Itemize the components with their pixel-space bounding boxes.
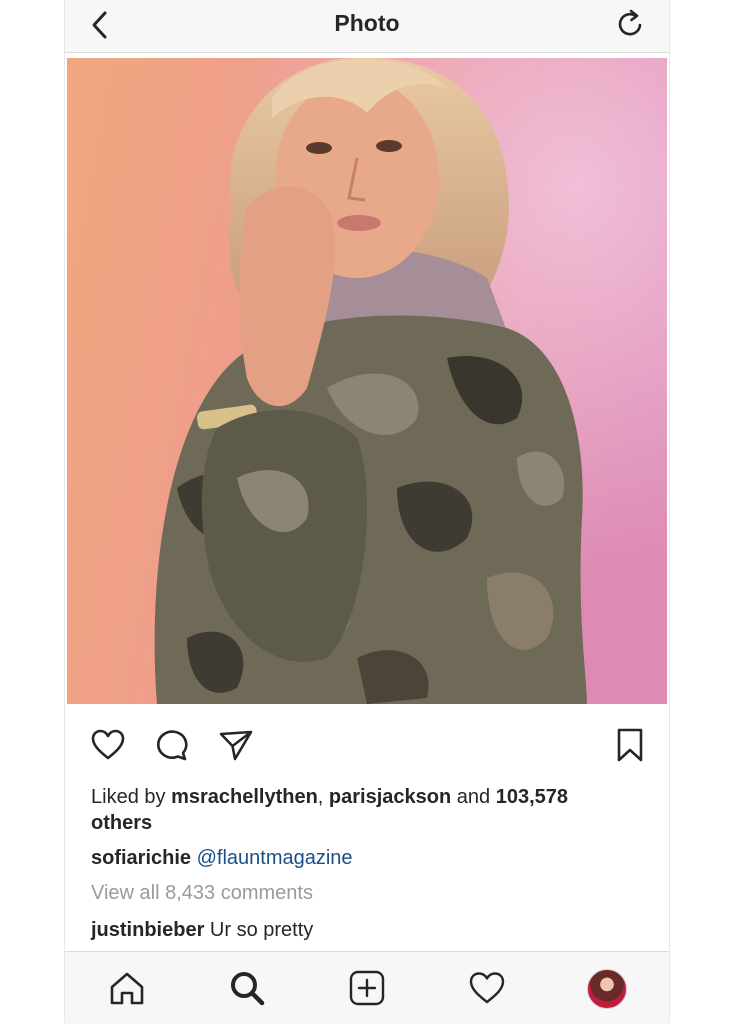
activity-heart-icon[interactable] [467,968,507,1008]
app-frame: Photo Liked by msrachellythen, parisjack… [64,0,670,1024]
share-icon[interactable] [217,726,255,764]
caption-mention[interactable]: @flauntmagazine [197,847,353,869]
comment-text: Ur so pretty [209,919,314,941]
post-caption: sofiarichie @flauntmagazine [91,845,353,871]
likes-connector: and [451,786,496,808]
liker-username[interactable]: msrachellythen [171,786,318,808]
home-icon[interactable] [107,968,147,1008]
bottom-tab-bar [65,951,669,1024]
comment-username[interactable]: justinbieber [91,919,204,941]
new-post-icon[interactable] [347,968,387,1008]
heart-icon[interactable] [89,726,127,764]
likes-separator: , [317,786,329,808]
likes-count[interactable]: 103,578 [496,786,568,808]
page-title: Photo [334,10,400,36]
liker-username[interactable]: parisjackson [329,786,451,808]
bookmark-icon[interactable] [611,726,649,764]
post-action-bar [65,720,669,768]
view-all-comments-link[interactable]: View all 8,433 comments [91,882,313,905]
likes-others[interactable]: others [91,812,152,834]
comment-item: justinbieber Ur so pretty [91,919,313,942]
likes-summary: Liked by msrachellythen, parisjackson an… [91,784,651,836]
caption-username[interactable]: sofiarichie [91,847,191,869]
comment-icon[interactable] [153,726,191,764]
top-nav-bar: Photo [65,0,669,53]
refresh-icon[interactable] [615,8,647,40]
search-icon[interactable] [227,968,267,1008]
post-photo[interactable] [67,58,667,704]
likes-prefix: Liked by [91,786,172,808]
profile-avatar[interactable] [587,969,627,1009]
